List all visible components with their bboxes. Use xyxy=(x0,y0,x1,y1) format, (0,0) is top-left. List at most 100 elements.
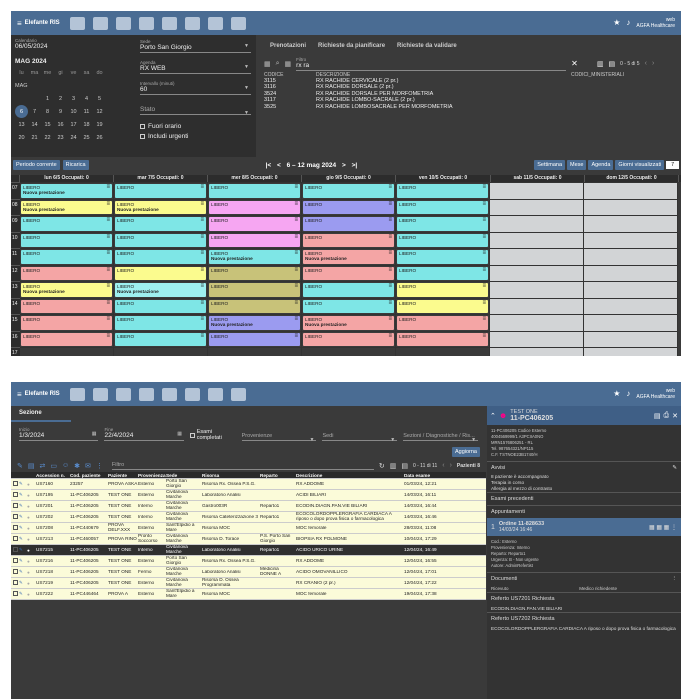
module-icon-4[interactable] xyxy=(138,387,154,401)
close-icon[interactable]: ✕ xyxy=(571,59,578,68)
calendar-day[interactable]: 12 xyxy=(93,105,106,118)
calendar-day[interactable]: 5 xyxy=(93,92,106,105)
edit-icon[interactable]: ✎ xyxy=(19,558,27,564)
calendar-day[interactable]: 9 xyxy=(54,105,67,118)
table-row[interactable]: ✎ ● US7208 11-PC440679 PROVA DELF.XXX Esterno… xyxy=(11,523,486,534)
module-icon-7[interactable] xyxy=(207,387,223,401)
calendar-day[interactable]: 24 xyxy=(67,131,80,144)
menu-icon[interactable]: ≡ xyxy=(17,19,22,28)
free-slot[interactable]: LIBERO ≡ xyxy=(209,217,300,231)
settimana-button[interactable]: Settimana xyxy=(534,160,565,170)
close-icon[interactable]: ✕ xyxy=(672,412,678,420)
bell-icon[interactable]: ♪ xyxy=(626,390,630,398)
filtro-input[interactable]: Filtro rx ra xyxy=(296,56,567,71)
calendar-day[interactable]: 11 xyxy=(80,105,93,118)
menu-icon[interactable]: ≡ xyxy=(200,250,204,256)
table-row[interactable]: ✎ ● US7202 11-PC406205 TEST ONE Interno Civita… xyxy=(11,512,486,523)
free-slot[interactable]: LIBERO ≡ xyxy=(115,250,206,264)
menu-icon[interactable]: ≡ xyxy=(294,184,298,190)
fuori-orario-checkbox[interactable] xyxy=(140,124,145,129)
calendar-day[interactable]: 23 xyxy=(54,131,67,144)
edit-icon[interactable]: ✎ xyxy=(19,591,27,597)
checkbox[interactable] xyxy=(13,492,18,497)
documenti-header[interactable]: Documenti xyxy=(491,576,517,582)
free-slot[interactable]: LIBERO ≡ xyxy=(209,184,300,198)
menu-icon[interactable]: ≡ xyxy=(482,201,486,207)
free-slot[interactable]: LIBERO ≡ xyxy=(115,266,206,280)
menu-icon[interactable]: ≡ xyxy=(294,234,298,240)
calendar-day[interactable]: 25 xyxy=(80,131,93,144)
menu-icon[interactable]: ≡ xyxy=(106,250,110,256)
column-header[interactable]: Provenienza xyxy=(138,473,166,478)
edit-icon[interactable]: ✎ xyxy=(19,580,27,586)
ricarica-button[interactable]: Ricarica xyxy=(62,160,89,170)
row-checkbox[interactable] xyxy=(11,591,19,597)
free-slot[interactable]: LIBERO ≡ xyxy=(397,200,488,214)
checkbox[interactable] xyxy=(13,514,18,519)
free-slot[interactable]: LIBERO Nuova prestazione ≡ xyxy=(209,316,300,330)
calendar-day[interactable]: 14 xyxy=(28,118,41,131)
free-slot[interactable]: LIBERO ≡ xyxy=(115,332,206,346)
free-slot[interactable]: LIBERO ≡ xyxy=(115,316,206,330)
module-icon-5[interactable] xyxy=(161,387,177,401)
free-slot[interactable]: LIBERO ≡ xyxy=(209,283,300,297)
calendar-day[interactable]: 20 xyxy=(15,131,28,144)
last-icon[interactable]: >| xyxy=(352,162,358,169)
calendar-day[interactable]: 21 xyxy=(28,131,41,144)
free-slot[interactable]: LIBERO ≡ xyxy=(21,299,112,313)
edit-icon[interactable]: ✎ xyxy=(19,503,27,509)
menu-icon[interactable]: ≡ xyxy=(106,201,110,207)
free-slot[interactable]: LIBERO ≡ xyxy=(115,184,206,198)
inizio-field[interactable]: Inizio 1/3/2024 ▦ xyxy=(19,426,99,441)
menu-icon[interactable]: ≡ xyxy=(294,267,298,273)
column-header[interactable]: Descrizione xyxy=(296,473,404,478)
month-selector[interactable]: MAG 2024 xyxy=(15,58,131,65)
table-row[interactable]: ✎ ● US7222 11-PC446464 PROVA A Esterno Sant'El… xyxy=(11,589,486,600)
free-slot[interactable]: LIBERO ≡ xyxy=(397,217,488,231)
row-checkbox[interactable] xyxy=(11,503,19,509)
calendar-day[interactable]: 16 xyxy=(54,118,67,131)
calendar-icon[interactable]: ▦ xyxy=(264,60,271,68)
checkbox[interactable] xyxy=(13,481,18,486)
table-row[interactable]: ✎ ● US7213 11-PC460057 PROVA RINO Pronto Socc… xyxy=(11,534,486,545)
checkbox[interactable] xyxy=(13,536,18,541)
free-slot[interactable]: LIBERO ≡ xyxy=(115,299,206,313)
table-row[interactable]: ✎ ● US7195 11-PC406205 TEST ONE Esterno Civita… xyxy=(11,490,486,501)
module-icon-3[interactable] xyxy=(115,387,131,401)
save-icon[interactable]: ▤ xyxy=(401,462,408,470)
print-icon[interactable]: ⎙ xyxy=(664,412,670,420)
free-slot[interactable]: LIBERO ≡ xyxy=(397,250,488,264)
free-slot[interactable]: LIBERO ≡ xyxy=(397,283,488,297)
calendar-day[interactable]: 19 xyxy=(93,118,106,131)
menu-icon[interactable]: ≡ xyxy=(106,217,110,223)
star-icon[interactable]: ★ xyxy=(613,19,620,27)
person-icon[interactable]: ☺ xyxy=(62,462,69,469)
menu-icon[interactable]: ≡ xyxy=(388,201,392,207)
free-slot[interactable]: LIBERO ≡ xyxy=(21,316,112,330)
free-slot[interactable]: LIBERO ≡ xyxy=(303,283,394,297)
agenda-select[interactable]: Agenda RX WEB ▼ xyxy=(140,59,251,74)
free-slot[interactable]: LIBERO ≡ xyxy=(209,200,300,214)
free-slot[interactable]: LIBERO ≡ xyxy=(303,200,394,214)
star-icon[interactable]: ★ xyxy=(613,390,620,398)
copy-icon[interactable]: ▤ xyxy=(654,412,661,420)
table-row[interactable]: ✎ ● US7216 11-PC406205 TEST ONE Esterno Porto … xyxy=(11,556,486,567)
free-slot[interactable]: LIBERO ≡ xyxy=(115,233,206,247)
free-slot[interactable]: LIBERO Nuova prestazione ≡ xyxy=(209,250,300,264)
calendar-day[interactable]: 3 xyxy=(67,92,80,105)
free-slot[interactable]: LIBERO ≡ xyxy=(21,332,112,346)
calendar-day[interactable]: 13 xyxy=(15,118,28,131)
esami-checkbox[interactable] xyxy=(189,432,195,438)
checkbox[interactable] xyxy=(13,525,18,530)
menu-icon[interactable]: ≡ xyxy=(106,300,110,306)
columns-icon[interactable]: ▥ xyxy=(390,462,397,470)
free-slot[interactable]: LIBERO ≡ xyxy=(115,217,206,231)
avvisi-header[interactable]: Avvisi xyxy=(491,465,505,471)
free-slot[interactable]: LIBERO Nuova prestazione ≡ xyxy=(115,200,206,214)
menu-icon[interactable]: ≡ xyxy=(106,234,110,240)
menu-icon[interactable]: ≡ xyxy=(482,234,486,240)
edit-icon[interactable]: ✎ xyxy=(19,492,27,498)
tab-sezione[interactable]: Sezione xyxy=(11,406,71,422)
edit-icon[interactable]: ✎ xyxy=(672,465,677,471)
row-checkbox[interactable] xyxy=(11,492,19,498)
